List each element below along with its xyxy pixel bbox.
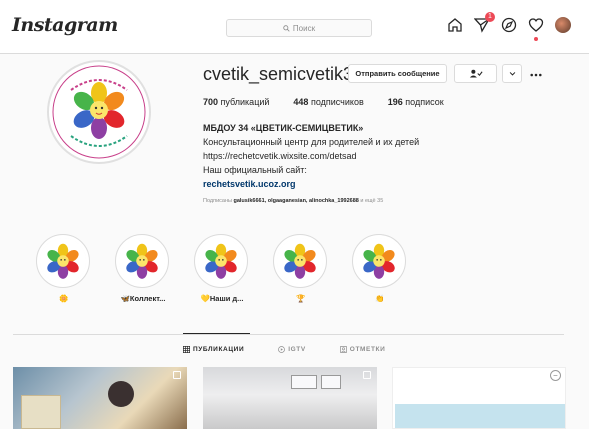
highlight-item[interactable]: 🏆 [273, 234, 329, 303]
more-options-button[interactable] [530, 66, 542, 80]
igtv-icon [278, 346, 286, 353]
highlight-item[interactable]: 🦋Коллект... [115, 234, 171, 303]
more-dots-icon [530, 73, 542, 77]
tab-label: ПУБЛИКАЦИИ [193, 346, 245, 353]
bio-name: МБДОУ 34 «ЦВЕТИК-СЕМИЦВЕТИК» [203, 123, 364, 133]
activity-indicator-dot [534, 37, 538, 41]
post-image-detail [321, 375, 341, 389]
flower-highlight-icon [40, 238, 86, 284]
flower-highlight-icon [119, 238, 165, 284]
search-input[interactable]: Поиск [226, 19, 372, 37]
tab-posts[interactable]: ПУБЛИКАЦИИ [183, 346, 244, 353]
tab-label: IGTV [288, 346, 306, 353]
highlight-item[interactable]: 👏 [352, 234, 408, 303]
highlight-item[interactable]: 💛Наши д... [194, 234, 250, 303]
profile-username: cvetik_semicvetik34 [203, 64, 364, 84]
suggested-accounts-button[interactable] [502, 64, 522, 83]
bio-website-link[interactable]: rechetsvetik.ucoz.org [203, 177, 419, 191]
send-message-button[interactable]: Отправить сообщение [348, 64, 447, 83]
activity-heart-icon[interactable] [528, 17, 544, 41]
post-image-detail [291, 375, 317, 389]
tabs-divider [13, 334, 564, 335]
highlight-label: 👏 [375, 294, 385, 303]
highlight-label: 🌼 [59, 294, 69, 303]
flower-highlight-icon [356, 238, 402, 284]
post-image-detail [21, 395, 61, 429]
explore-compass-icon[interactable] [501, 17, 517, 33]
flower-highlight-icon [277, 238, 323, 284]
highlight-label: 🦋Коллект... [120, 294, 166, 303]
post-thumbnail[interactable] [13, 367, 187, 429]
profile-picture[interactable] [47, 60, 151, 164]
posts-stat: 700 публикаций [203, 97, 270, 107]
grid-icon [183, 346, 190, 353]
bio-line: Наш официальный сайт: [203, 165, 307, 175]
instagram-logo[interactable]: Instagram [12, 14, 118, 36]
person-check-icon [469, 69, 483, 78]
post-thumbnail[interactable]: – [392, 367, 566, 429]
following-stat[interactable]: 196 подписок [388, 97, 444, 107]
post-image-detail [395, 404, 565, 428]
tagged-person-icon [339, 346, 347, 353]
flower-highlight-icon [198, 238, 244, 284]
multiple-photos-icon [363, 371, 371, 379]
direct-message-icon[interactable]: 1 [473, 12, 495, 33]
user-avatar[interactable] [555, 17, 571, 33]
post-image-detail [108, 381, 134, 407]
story-highlights: 🌼 🦋Коллект... 💛Наши д... 🏆 👏 [36, 234, 408, 303]
profile-tabs: ПУБЛИКАЦИИ IGTV ОТМЕТКИ [183, 346, 385, 353]
post-overlay-icon: – [550, 370, 561, 381]
profile-stats: 700 публикаций 448 подписчиков 196 подпи… [203, 97, 444, 107]
chevron-down-icon [509, 72, 515, 76]
nav-icons: 1 [447, 12, 571, 41]
top-navigation-bar: Instagram Поиск 1 [0, 0, 589, 54]
search-placeholder: Поиск [292, 23, 316, 33]
tab-label: ОТМЕТКИ [349, 346, 386, 353]
multiple-photos-icon [173, 371, 181, 379]
flower-logo-icon [50, 63, 148, 161]
highlight-item[interactable]: 🌼 [36, 234, 92, 303]
active-tab-indicator [183, 333, 250, 334]
highlight-label: 💛Наши д... [200, 294, 244, 303]
profile-bio: МБДОУ 34 «ЦВЕТИК-СЕМИЦВЕТИК» Консультаци… [203, 121, 419, 191]
tab-igtv[interactable]: IGTV [278, 346, 306, 353]
bio-line: Консультационный центр для родителей и и… [203, 137, 420, 147]
highlight-label: 🏆 [296, 294, 306, 303]
bio-line: https://rechetcvetik.wixsite.com/detsad [203, 151, 357, 161]
tab-tagged[interactable]: ОТМЕТКИ [339, 346, 386, 353]
search-icon [283, 24, 290, 32]
notification-badge: 1 [485, 12, 495, 22]
followed-by-text[interactable]: Подписаны galusik6661, olgaaganesian, al… [203, 198, 383, 204]
post-thumbnail[interactable] [203, 367, 377, 429]
followers-stat[interactable]: 448 подписчиков [293, 97, 363, 107]
home-icon[interactable] [447, 17, 463, 33]
following-toggle-button[interactable] [454, 64, 497, 83]
